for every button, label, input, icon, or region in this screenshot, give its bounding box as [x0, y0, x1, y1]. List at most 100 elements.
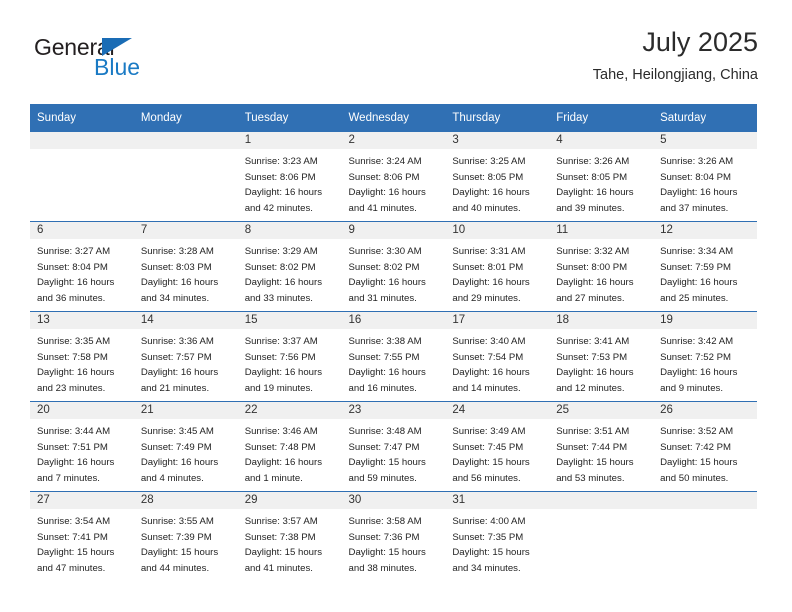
calendar-day-cell[interactable]: 7 Sunrise: 3:28 AM Sunset: 8:03 PM Daylight…: [133, 221, 238, 312]
calendar-day-cell[interactable]: 5 Sunrise: 3:26 AM Sunset: 8:04 PM Daylight…: [653, 132, 757, 222]
sunset-text: Sunset: 7:47 PM: [348, 441, 420, 453]
daylight-text-line2: and 37 minutes.: [660, 202, 729, 214]
sunrise-text: Sunrise: 3:51 AM: [556, 426, 630, 437]
sunrise-text: Sunrise: 3:35 AM: [37, 336, 111, 347]
daylight-text-line2: and 34 minutes.: [140, 292, 210, 304]
day-number: 7: [133, 222, 238, 239]
calendar-day-cell[interactable]: 6 Sunrise: 3:27 AM Sunset: 8:04 PM Daylight…: [30, 221, 134, 312]
calendar-day-cell[interactable]: 22 Sunrise: 3:46 AM Sunset: 7:48 PM Dayligh…: [237, 401, 342, 492]
calendar-day-cell[interactable]: 30 Sunrise: 3:58 AM Sunset: 7:36 PM Dayligh…: [341, 491, 446, 581]
weekday-header-saturday: Saturday: [653, 104, 757, 132]
calendar-day-cell[interactable]: 19 Sunrise: 3:42 AM Sunset: 7:52 PM Dayligh…: [653, 311, 757, 402]
calendar-day-cell[interactable]: 9 Sunrise: 3:30 AM Sunset: 8:02 PM Daylight…: [341, 221, 446, 312]
daylight-text-line1: Daylight: 16 hours: [556, 367, 634, 379]
calendar-day-cell[interactable]: 23 Sunrise: 3:48 AM Sunset: 7:47 PM Dayligh…: [341, 401, 446, 492]
calendar-day-cell[interactable]: 11 Sunrise: 3:32 AM Sunset: 8:00 PM Dayligh…: [549, 221, 654, 312]
sunset-text: Sunset: 7:41 PM: [37, 531, 108, 543]
day-number: 19: [653, 312, 757, 329]
daylight-text-line1: Daylight: 16 hours: [37, 457, 115, 469]
day-number: 12: [653, 222, 757, 239]
weekday-header-thursday: Thursday: [445, 104, 550, 132]
calendar-day-cell[interactable]: 15 Sunrise: 3:37 AM Sunset: 7:56 PM Dayligh…: [237, 311, 342, 402]
calendar-day-cell[interactable]: 20 Sunrise: 3:44 AM Sunset: 7:51 PM Dayligh…: [30, 401, 134, 492]
calendar-day-cell[interactable]: 10 Sunrise: 3:31 AM Sunset: 8:01 PM Dayligh…: [445, 221, 550, 312]
day-details: Sunrise: 3:51 AM Sunset: 7:44 PM Daylight:…: [549, 419, 653, 486]
day-cell-inner: [653, 492, 757, 581]
calendar-day-cell[interactable]: 21 Sunrise: 3:45 AM Sunset: 7:49 PM Dayligh…: [133, 401, 238, 492]
calendar-day-cell[interactable]: 16 Sunrise: 3:38 AM Sunset: 7:55 PM Dayligh…: [341, 311, 446, 402]
calendar-body: 1 Sunrise: 3:23 AM Sunset: 8:06 PM Daylight…: [30, 132, 757, 581]
calendar-week-row: 1 Sunrise: 3:23 AM Sunset: 8:06 PM Daylight…: [30, 132, 757, 222]
sunrise-text: Sunrise: 3:54 AM: [37, 516, 111, 527]
daylight-text-line2: and 12 minutes.: [556, 382, 625, 394]
calendar-day-cell[interactable]: 13 Sunrise: 3:35 AM Sunset: 7:58 PM Dayligh…: [30, 311, 134, 402]
sunset-text: Sunset: 7:52 PM: [660, 351, 731, 363]
daylight-text-line2: and 14 minutes.: [452, 382, 521, 394]
day-number: 17: [445, 312, 550, 329]
daylight-text-line2: and 1 minute.: [244, 472, 303, 484]
daylight-text-line1: Daylight: 16 hours: [244, 367, 323, 379]
daylight-text-line1: Daylight: 16 hours: [660, 277, 738, 289]
general-blue-logo[interactable]: General Blue: [34, 36, 234, 88]
day-number: [549, 492, 654, 509]
calendar-day-cell[interactable]: 14 Sunrise: 3:36 AM Sunset: 7:57 PM Dayligh…: [133, 311, 238, 402]
calendar-day-cell-empty: [30, 132, 134, 222]
day-number: 11: [549, 222, 654, 239]
daylight-text-line1: Daylight: 16 hours: [37, 277, 115, 289]
day-cell-inner: 16 Sunrise: 3:38 AM Sunset: 7:55 PM Dayligh…: [341, 312, 446, 401]
sunset-text: Sunset: 7:56 PM: [244, 351, 316, 363]
daylight-text-line1: Daylight: 16 hours: [452, 367, 530, 379]
calendar-day-cell[interactable]: 3 Sunrise: 3:25 AM Sunset: 8:05 PM Daylight…: [445, 132, 550, 222]
sunset-text: Sunset: 7:59 PM: [660, 261, 731, 273]
daylight-text-line1: Daylight: 16 hours: [556, 187, 634, 199]
day-details: Sunrise: 3:54 AM Sunset: 7:41 PM Daylight:…: [30, 509, 134, 576]
sunset-text: Sunset: 7:53 PM: [556, 351, 628, 363]
calendar-day-cell[interactable]: 18 Sunrise: 3:41 AM Sunset: 7:53 PM Dayligh…: [549, 311, 654, 402]
calendar-day-cell[interactable]: 31 Sunrise: 4:00 AM Sunset: 7:35 PM Dayligh…: [445, 491, 550, 581]
calendar-day-cell[interactable]: 17 Sunrise: 3:40 AM Sunset: 7:54 PM Dayligh…: [445, 311, 550, 402]
day-cell-inner: 13 Sunrise: 3:35 AM Sunset: 7:58 PM Dayligh…: [30, 312, 134, 401]
day-details: Sunrise: 3:25 AM Sunset: 8:05 PM Daylight:…: [445, 149, 549, 216]
day-cell-inner: 6 Sunrise: 3:27 AM Sunset: 8:04 PM Daylight…: [30, 222, 134, 311]
day-cell-inner: 10 Sunrise: 3:31 AM Sunset: 8:01 PM Dayligh…: [445, 222, 550, 311]
daylight-text-line1: Daylight: 16 hours: [452, 187, 530, 199]
day-number: 10: [445, 222, 550, 239]
calendar-day-cell[interactable]: 28 Sunrise: 3:55 AM Sunset: 7:39 PM Dayligh…: [133, 491, 238, 581]
page-header: General Blue July 2025 Tahe, Heilongjian…: [30, 27, 758, 94]
calendar-day-cell[interactable]: 4 Sunrise: 3:26 AM Sunset: 8:05 PM Daylight…: [549, 132, 654, 222]
daylight-text-line1: Daylight: 16 hours: [348, 277, 426, 289]
day-number: 13: [30, 312, 134, 329]
day-number: 5: [653, 132, 757, 149]
day-number: 22: [237, 402, 342, 419]
calendar-day-cell[interactable]: 24 Sunrise: 3:49 AM Sunset: 7:45 PM Dayligh…: [445, 401, 550, 492]
sunset-text: Sunset: 7:35 PM: [452, 531, 524, 543]
daylight-text-line1: Daylight: 16 hours: [140, 367, 219, 379]
day-cell-inner: 3 Sunrise: 3:25 AM Sunset: 8:05 PM Daylight…: [445, 132, 550, 221]
calendar-day-cell[interactable]: 25 Sunrise: 3:51 AM Sunset: 7:44 PM Dayligh…: [549, 401, 654, 492]
day-cell-inner: 31 Sunrise: 4:00 AM Sunset: 7:35 PM Dayligh…: [445, 492, 550, 581]
calendar-day-cell[interactable]: 8 Sunrise: 3:29 AM Sunset: 8:02 PM Daylight…: [237, 221, 342, 312]
daylight-text-line2: and 19 minutes.: [244, 382, 313, 394]
day-cell-inner: 9 Sunrise: 3:30 AM Sunset: 8:02 PM Daylight…: [341, 222, 446, 311]
day-number: 9: [341, 222, 446, 239]
calendar-day-cell[interactable]: 12 Sunrise: 3:34 AM Sunset: 7:59 PM Dayligh…: [653, 221, 757, 312]
day-cell-inner: 18 Sunrise: 3:41 AM Sunset: 7:53 PM Dayligh…: [549, 312, 654, 401]
sunset-text: Sunset: 7:58 PM: [37, 351, 108, 363]
day-details: Sunrise: 3:48 AM Sunset: 7:47 PM Daylight:…: [342, 419, 446, 486]
calendar-day-cell[interactable]: 29 Sunrise: 3:57 AM Sunset: 7:38 PM Dayligh…: [237, 491, 342, 581]
sunrise-text: Sunrise: 3:29 AM: [244, 246, 318, 257]
sunrise-text: Sunrise: 3:55 AM: [140, 516, 214, 527]
day-cell-inner: 27 Sunrise: 3:54 AM Sunset: 7:41 PM Dayligh…: [30, 492, 134, 581]
calendar-page: General Blue July 2025 Tahe, Heilongjian…: [0, 0, 792, 612]
daylight-text-line2: and 40 minutes.: [452, 202, 521, 214]
calendar-day-cell[interactable]: 27 Sunrise: 3:54 AM Sunset: 7:41 PM Dayligh…: [30, 491, 134, 581]
calendar-day-cell[interactable]: 2 Sunrise: 3:24 AM Sunset: 8:06 PM Daylight…: [341, 132, 446, 222]
day-cell-inner: 20 Sunrise: 3:44 AM Sunset: 7:51 PM Dayligh…: [30, 402, 134, 491]
calendar-day-cell[interactable]: 26 Sunrise: 3:52 AM Sunset: 7:42 PM Dayligh…: [653, 401, 757, 492]
calendar-day-cell[interactable]: 1 Sunrise: 3:23 AM Sunset: 8:06 PM Daylight…: [237, 132, 342, 222]
day-details: Sunrise: 3:44 AM Sunset: 7:51 PM Daylight:…: [30, 419, 134, 486]
daylight-text-line2: and 33 minutes.: [244, 292, 313, 304]
day-cell-inner: 24 Sunrise: 3:49 AM Sunset: 7:45 PM Dayligh…: [445, 402, 550, 491]
day-number: 8: [237, 222, 342, 239]
daylight-text-line2: and 50 minutes.: [660, 472, 729, 484]
